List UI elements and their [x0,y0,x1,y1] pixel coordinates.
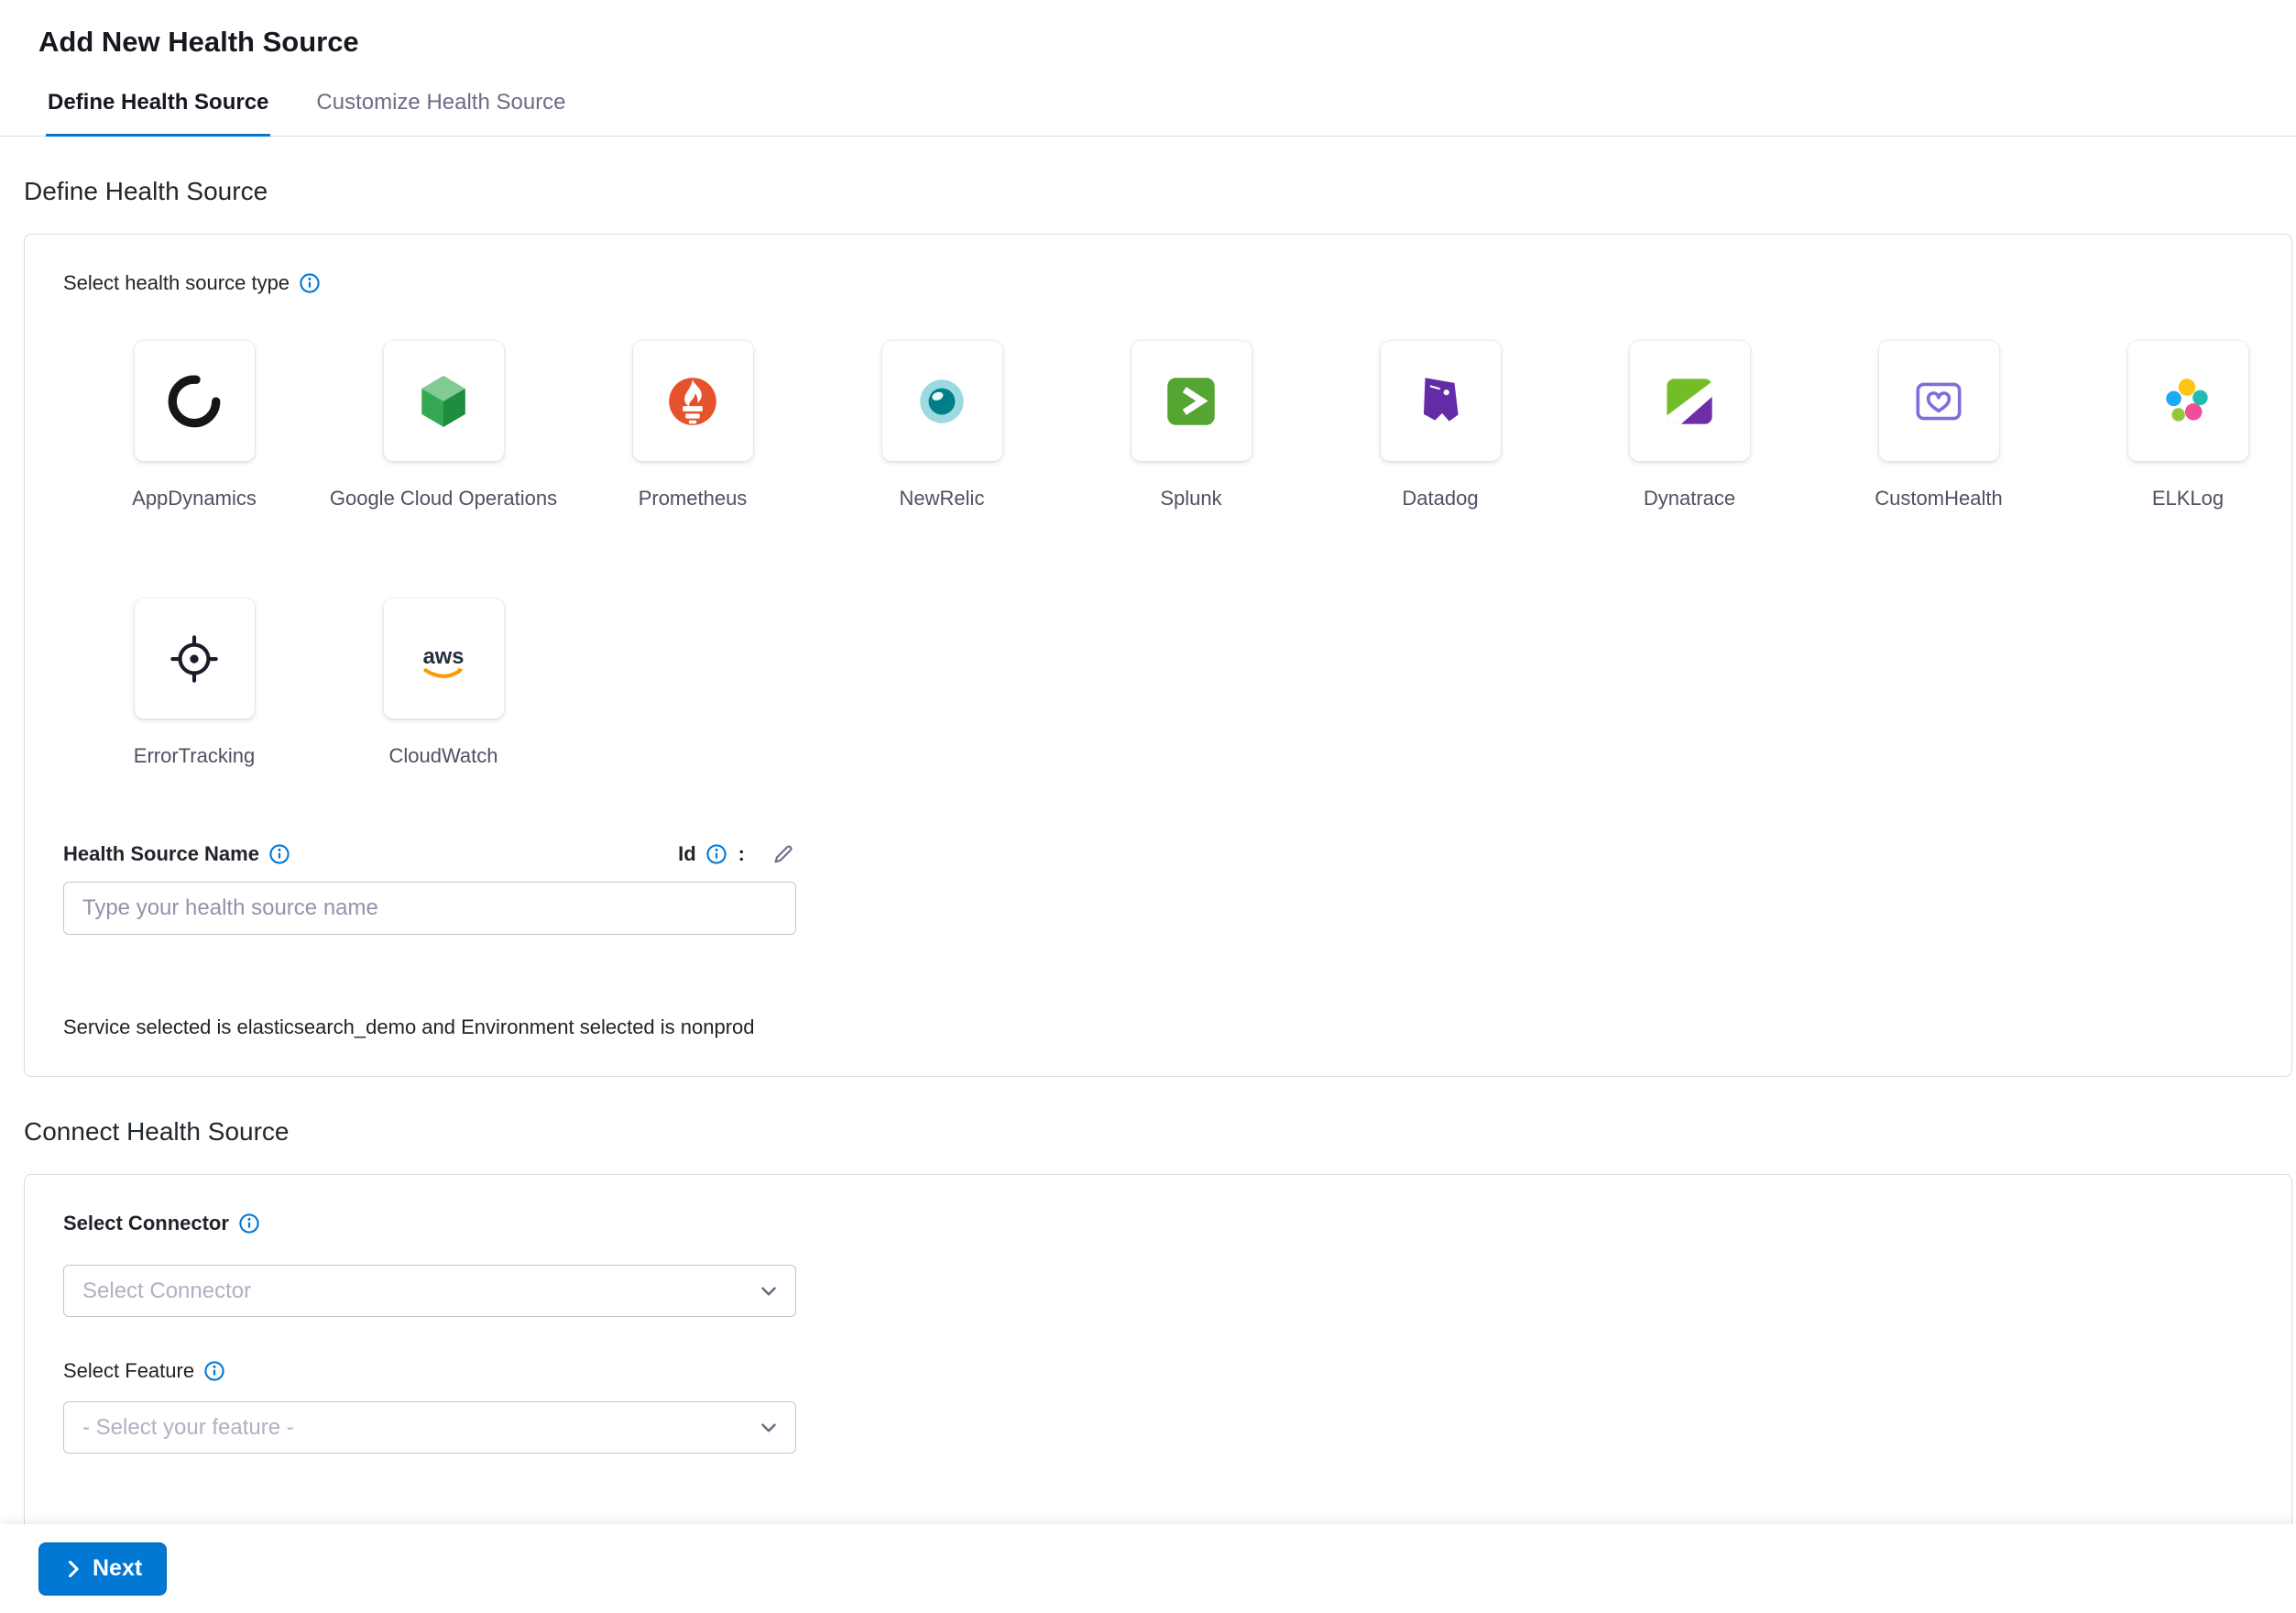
page-header: Add New Health Source [0,0,2296,77]
select-feature-label: Select Feature [63,1359,194,1383]
customhealth-icon [1908,371,1969,432]
source-tile-label: Splunk [1160,487,1221,510]
define-section-heading: Define Health Source [24,177,2296,206]
chevron-down-icon [757,1416,781,1440]
connect-health-source-card: Select Connector Select Connector Select… [24,1174,2292,1574]
connect-section-heading: Connect Health Source [24,1117,2296,1147]
appdynamics-icon [164,371,224,432]
source-tile-appdynamics[interactable]: AppDynamics [70,341,319,510]
select-health-source-type-label: Select health source type [63,271,290,295]
source-tile-datadog[interactable]: Datadog [1316,341,1565,510]
source-tile-prometheus[interactable]: Prometheus [568,341,817,510]
info-icon[interactable] [268,843,290,865]
source-tile-elklog[interactable]: ELKLog [2063,341,2296,510]
source-tile-dynatrace[interactable]: Dynatrace [1565,341,1814,510]
page-title: Add New Health Source [38,26,2296,59]
feature-select[interactable]: - Select your feature - [63,1401,796,1454]
datadog-icon [1410,371,1471,432]
chevron-right-icon [63,1559,83,1579]
source-tile-label: Prometheus [639,487,748,510]
source-tile-label: CustomHealth [1875,487,2002,510]
info-icon[interactable] [299,272,321,294]
connector-select-placeholder: Select Connector [82,1278,251,1304]
splunk-icon [1161,371,1221,432]
google-cloud-operations-icon [413,371,474,432]
connector-select[interactable]: Select Connector [63,1265,796,1317]
source-tile-customhealth[interactable]: CustomHealth [1814,341,2063,510]
source-tile-label: Datadog [1402,487,1478,510]
source-tile-label: Dynatrace [1644,487,1735,510]
cloudwatch-icon: aws [413,629,474,689]
info-icon[interactable] [203,1360,225,1382]
select-connector-label: Select Connector [63,1212,229,1235]
source-tile-label: NewRelic [900,487,985,510]
service-environment-note: Service selected is elasticsearch_demo a… [63,1015,2253,1039]
source-tile-newrelic[interactable]: NewRelic [817,341,1066,510]
source-tile-label: CloudWatch [388,744,497,768]
tab-bar: Define Health Source Customize Health So… [0,77,2296,137]
elklog-icon [2158,371,2218,432]
next-button-label: Next [93,1555,142,1582]
dynatrace-icon [1659,371,1720,432]
source-tile-label: ErrorTracking [134,744,255,768]
newrelic-icon [912,371,972,432]
prometheus-icon [662,371,723,432]
info-icon[interactable] [705,843,727,865]
feature-select-placeholder: - Select your feature - [82,1415,294,1441]
next-button[interactable]: Next [38,1542,167,1596]
tab-customize-health-source[interactable]: Customize Health Source [314,77,567,137]
edit-pencil-icon[interactable] [771,841,796,867]
health-source-name-input[interactable] [63,882,796,935]
tab-define-health-source[interactable]: Define Health Source [46,77,270,137]
svg-text:aws: aws [423,645,465,669]
chevron-down-icon [757,1279,781,1303]
errortracking-icon [164,629,224,689]
source-tile-label: AppDynamics [132,487,257,510]
id-colon: : [738,842,745,866]
source-tile-google-cloud-operations[interactable]: Google Cloud Operations [319,341,568,510]
id-label: Id [678,842,696,866]
source-tile-cloudwatch[interactable]: aws CloudWatch [319,598,568,768]
health-source-name-label: Health Source Name [63,842,259,866]
source-tile-splunk[interactable]: Splunk [1066,341,1316,510]
source-tile-label: ELKLog [2152,487,2224,510]
define-health-source-card: Select health source type AppDynamics Go… [24,234,2292,1077]
source-tile-label: Google Cloud Operations [330,487,557,510]
info-icon[interactable] [238,1212,260,1234]
footer-bar: Next [0,1524,2296,1613]
source-tile-errortracking[interactable]: ErrorTracking [70,598,319,768]
source-grid: AppDynamics Google Cloud Operations Prom… [70,341,2296,768]
